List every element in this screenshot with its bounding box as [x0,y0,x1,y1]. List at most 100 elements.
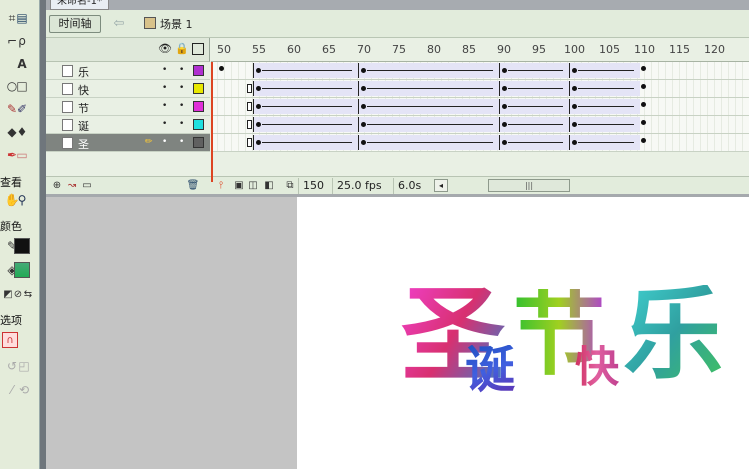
blank-keyframe[interactable] [247,84,252,93]
lock-dot[interactable]: • [179,138,184,147]
swap-colors-icon[interactable]: ⇆ [20,287,36,303]
ruler-tick: 115 [669,43,690,56]
scene-icon [144,17,156,29]
ruler-tick: 105 [599,43,620,56]
ruler-tick: 55 [252,43,266,56]
layer-color-swatch[interactable] [193,119,204,130]
playhead-marker-icon[interactable]: ⫯ [214,179,228,193]
visibility-dot[interactable]: • [162,84,167,93]
layer-row[interactable]: 诞 • • [46,116,210,134]
visibility-dot[interactable]: • [162,120,167,129]
keyframe[interactable] [641,66,646,71]
motion-tween[interactable] [569,117,640,132]
motion-tween[interactable] [358,63,499,78]
fill-color-swatch[interactable] [14,262,30,278]
scene-breadcrumb[interactable]: 场景 1 [160,16,193,32]
lasso-icon[interactable]: ρ [14,33,30,49]
motion-tween[interactable] [253,117,358,132]
gradient-icon[interactable]: ▤ [14,10,30,26]
blank-keyframe[interactable] [247,102,252,111]
text-tool-icon[interactable]: A [14,56,30,72]
edit-multiple-frames-icon[interactable]: ⧉ [283,179,297,193]
elapsed-time: 6.0s [393,178,425,194]
stage-char-4[interactable]: 快 [575,345,619,389]
frame-track[interactable] [211,116,749,134]
keyframe[interactable] [641,84,646,89]
brush-icon[interactable]: ✐ [14,101,30,117]
motion-tween[interactable] [253,63,358,78]
lock-dot[interactable]: • [179,84,184,93]
layer-row[interactable]: 乐 • • [46,62,210,80]
insert-layer-folder-icon[interactable]: ▭ [80,179,94,193]
document-tab[interactable]: 未命名-1* [50,0,109,10]
insert-layer-icon[interactable]: ⊕ [50,179,64,193]
visibility-dot[interactable]: • [162,102,167,111]
back-arrow-icon[interactable]: ⇦ [108,16,130,32]
motion-tween[interactable] [569,99,640,114]
lock-dot[interactable]: • [179,102,184,111]
frame-track[interactable] [211,62,749,80]
frame-track[interactable] [211,134,749,152]
layer-name: 圣 [78,138,89,151]
motion-tween[interactable] [499,81,569,96]
timeline-toggle-button[interactable]: 时间轴 [49,15,101,33]
outline-icon[interactable] [192,43,204,55]
keyframe[interactable] [641,120,646,125]
motion-tween[interactable] [253,135,358,150]
motion-tween[interactable] [569,135,640,150]
layer-row[interactable]: 节 • • [46,98,210,116]
layer-color-swatch[interactable] [193,137,204,148]
stroke-color-swatch[interactable] [14,238,30,254]
stage-char-5[interactable]: 乐 [623,285,723,385]
frame-track[interactable] [211,80,749,98]
trash-icon[interactable]: 🗑 [186,179,200,193]
motion-tween[interactable] [499,117,569,132]
eraser-icon[interactable]: ▭ [14,147,30,163]
timeline-scrollbar-thumb[interactable]: ||| [488,179,570,192]
pencil-edit-icon: ✏ [145,137,153,147]
layer-color-swatch[interactable] [193,65,204,76]
frame-track[interactable] [211,98,749,116]
keyframe[interactable] [219,66,224,71]
motion-tween[interactable] [253,99,358,114]
lock-dot[interactable]: • [179,66,184,75]
layer-color-swatch[interactable] [193,83,204,94]
motion-tween[interactable] [253,81,358,96]
frame-ruler[interactable]: 50 55 60 65 70 75 80 85 90 95 100 105 11… [211,38,749,62]
layer-page-icon [62,65,73,77]
lock-dot[interactable]: • [179,120,184,129]
scroll-left-arrow-icon[interactable]: ◂ [434,179,448,192]
center-frame-icon[interactable]: ▣ [232,179,246,193]
blank-keyframe[interactable] [247,120,252,129]
visibility-dot[interactable]: • [162,138,167,147]
lock-icon[interactable]: 🔒 [175,43,189,55]
layer-color-swatch[interactable] [193,101,204,112]
add-motion-guide-icon[interactable]: ↝ [65,179,79,193]
zoom-icon[interactable]: ⚲ [14,192,30,208]
motion-tween[interactable] [499,63,569,78]
eye-icon[interactable]: 👁 [158,43,172,55]
blank-keyframe[interactable] [247,138,252,147]
motion-tween[interactable] [499,99,569,114]
motion-tween[interactable] [358,117,499,132]
motion-tween[interactable] [358,135,499,150]
visibility-dot[interactable]: • [162,66,167,75]
keyframe[interactable] [641,138,646,143]
rectangle-icon[interactable]: □ [14,78,30,94]
view-section-label: 查看 [0,176,22,189]
layer-row[interactable]: 快 • • [46,80,210,98]
keyframe[interactable] [641,102,646,107]
paint-bucket-icon[interactable]: ♦ [14,124,30,140]
motion-tween[interactable] [569,81,640,96]
stage-char-2[interactable]: 诞 [465,345,515,395]
layer-row-selected[interactable]: 圣 ✏ • • [46,134,210,152]
motion-tween[interactable] [358,99,499,114]
stage-canvas[interactable]: 圣 诞 节 快 乐 [297,197,749,469]
motion-tween[interactable] [358,81,499,96]
motion-tween[interactable] [499,135,569,150]
onion-outline-icon[interactable]: ◧ [262,179,276,193]
snap-magnet-icon[interactable]: ∩ [2,332,18,348]
onion-skin-icon[interactable]: ◫ [246,179,260,193]
motion-tween[interactable] [569,63,640,78]
playhead[interactable] [211,62,213,182]
